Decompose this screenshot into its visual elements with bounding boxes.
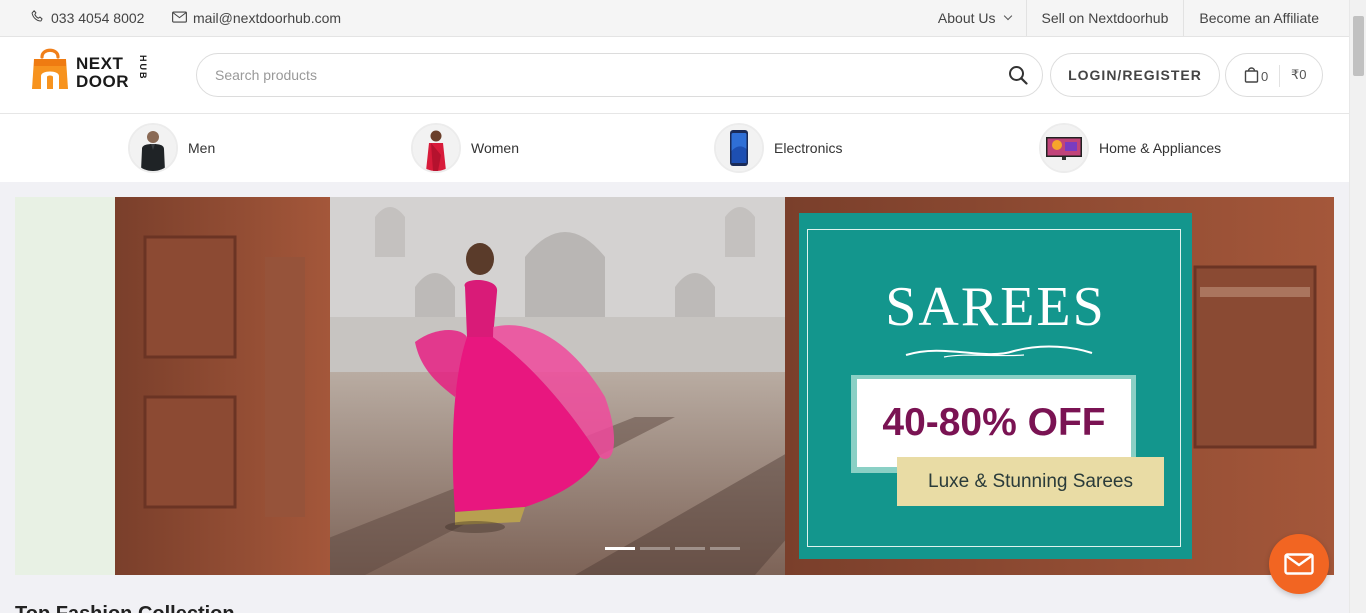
search-bar (196, 53, 1043, 97)
slider-dot-3[interactable] (675, 547, 705, 550)
affiliate-label: Become an Affiliate (1199, 10, 1319, 26)
logo-line-door: DOOR (76, 72, 129, 91)
logo-side-text: HUB (138, 55, 148, 81)
envelope-icon (1284, 553, 1314, 575)
chat-button[interactable] (1269, 534, 1329, 594)
scrollbar-thumb[interactable] (1353, 16, 1364, 76)
cart-count-group: 0 (1244, 66, 1268, 86)
women-thumbnail-icon (411, 123, 461, 173)
about-us-label: About Us (937, 10, 996, 26)
top-links: About Us Sell on Nextdoorhub Become an A… (923, 0, 1349, 36)
main-header: NEXT DOOR HUB LOGIN/REGISTER 0 ₹0 (0, 37, 1349, 114)
logo-text: NEXT DOOR (76, 55, 129, 91)
promo-title: SAREES (885, 276, 1106, 338)
sell-label: Sell on Nextdoorhub (1041, 10, 1169, 26)
section-title: Top Fashion Collection (15, 603, 235, 613)
category-home-appliances[interactable]: Home & Appliances (1039, 123, 1221, 173)
category-women[interactable]: Women (411, 123, 519, 173)
category-electronics[interactable]: Electronics (714, 123, 842, 173)
tv-thumbnail-icon (1039, 123, 1089, 173)
category-men[interactable]: Men (128, 123, 215, 173)
smartphone-thumbnail-icon (714, 123, 764, 173)
cart-divider (1279, 65, 1280, 87)
search-icon[interactable] (1008, 65, 1028, 85)
nextdoorhub-logo[interactable]: NEXT DOOR HUB (30, 45, 150, 91)
slider-dot-1[interactable] (605, 547, 635, 550)
slider-dots (605, 547, 740, 550)
category-electronics-label: Electronics (774, 140, 843, 156)
category-men-label: Men (188, 140, 216, 156)
login-register-button[interactable]: LOGIN/REGISTER (1050, 53, 1220, 97)
chevron-down-icon (1003, 11, 1012, 21)
category-home-appliances-label: Home & Appliances (1099, 140, 1222, 156)
phone-number: 033 4054 8002 (51, 10, 145, 26)
logo-line-next: NEXT (76, 54, 124, 73)
search-input[interactable] (215, 54, 995, 96)
shopping-bag-logo-icon (32, 48, 68, 89)
promo-subtitle: Luxe & Stunning Sarees (897, 457, 1164, 506)
sell-on-nextdoorhub-link[interactable]: Sell on Nextdoorhub (1025, 0, 1184, 36)
shopping-bag-icon (1244, 66, 1259, 86)
category-bar: Men Women Electronics Home & Appliances (0, 114, 1349, 182)
email-address: mail@nextdoorhub.com (193, 10, 342, 26)
cart-total: ₹0 (1291, 67, 1307, 82)
mail-icon (172, 10, 187, 26)
email-contact[interactable]: mail@nextdoorhub.com (172, 0, 341, 36)
swirl-ornament-icon (905, 345, 1093, 358)
slider-dot-2[interactable] (640, 547, 670, 550)
cart-count: 0 (1261, 68, 1269, 84)
phone-icon (30, 9, 45, 27)
cart-button[interactable]: 0 ₹0 (1225, 53, 1323, 97)
top-bar: 033 4054 8002 mail@nextdoorhub.com About… (0, 0, 1349, 37)
hero-banner[interactable]: SAREES 40-80% OFF Luxe & Stunning Sarees (15, 197, 1334, 575)
become-affiliate-link[interactable]: Become an Affiliate (1183, 0, 1349, 36)
sarees-promo-panel: SAREES 40-80% OFF Luxe & Stunning Sarees (799, 213, 1192, 559)
slider-dot-4[interactable] (710, 547, 740, 550)
promo-offer: 40-80% OFF (857, 379, 1131, 467)
page-scrollbar[interactable] (1349, 0, 1366, 613)
men-thumbnail-icon (128, 123, 178, 173)
about-us-link[interactable]: About Us (923, 0, 1026, 36)
phone-contact[interactable]: 033 4054 8002 (30, 0, 144, 36)
category-women-label: Women (471, 140, 519, 156)
